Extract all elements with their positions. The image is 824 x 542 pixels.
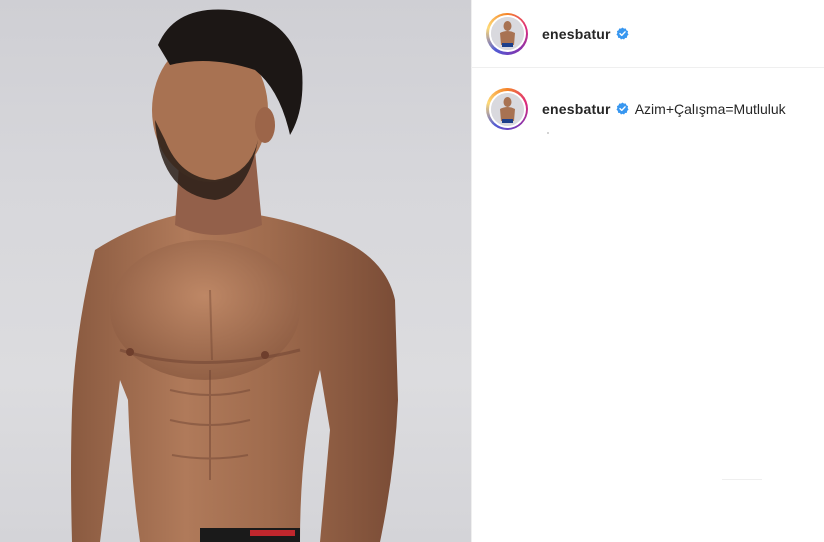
divider-dot — [547, 132, 549, 134]
divider-line — [722, 479, 762, 480]
profile-avatar[interactable] — [486, 12, 528, 55]
verified-badge-icon — [616, 102, 629, 115]
shirtless-man-photo-icon — [71, 9, 398, 542]
caption-body: enesbatur Azim+Çalışma=Mutluluk — [542, 88, 786, 118]
caption-text: Azim+Çalışma=Mutluluk — [634, 101, 786, 117]
caption-comment: enesbatur Azim+Çalışma=Mutluluk — [472, 68, 824, 130]
post-header: enesbatur — [472, 0, 824, 68]
header-username[interactable]: enesbatur — [542, 26, 611, 42]
instagram-post: enesbatur enesbatur Azim+Çalışma=Mutlulu… — [0, 0, 824, 542]
caption-avatar[interactable] — [486, 88, 528, 130]
post-photo[interactable] — [0, 0, 471, 542]
verified-badge-icon — [616, 27, 629, 40]
post-side-panel: enesbatur enesbatur Azim+Çalışma=Mutlulu… — [471, 0, 824, 542]
caption-username[interactable]: enesbatur — [542, 101, 611, 117]
avatar-photo-icon — [490, 92, 524, 126]
avatar-photo-icon — [490, 17, 524, 50]
